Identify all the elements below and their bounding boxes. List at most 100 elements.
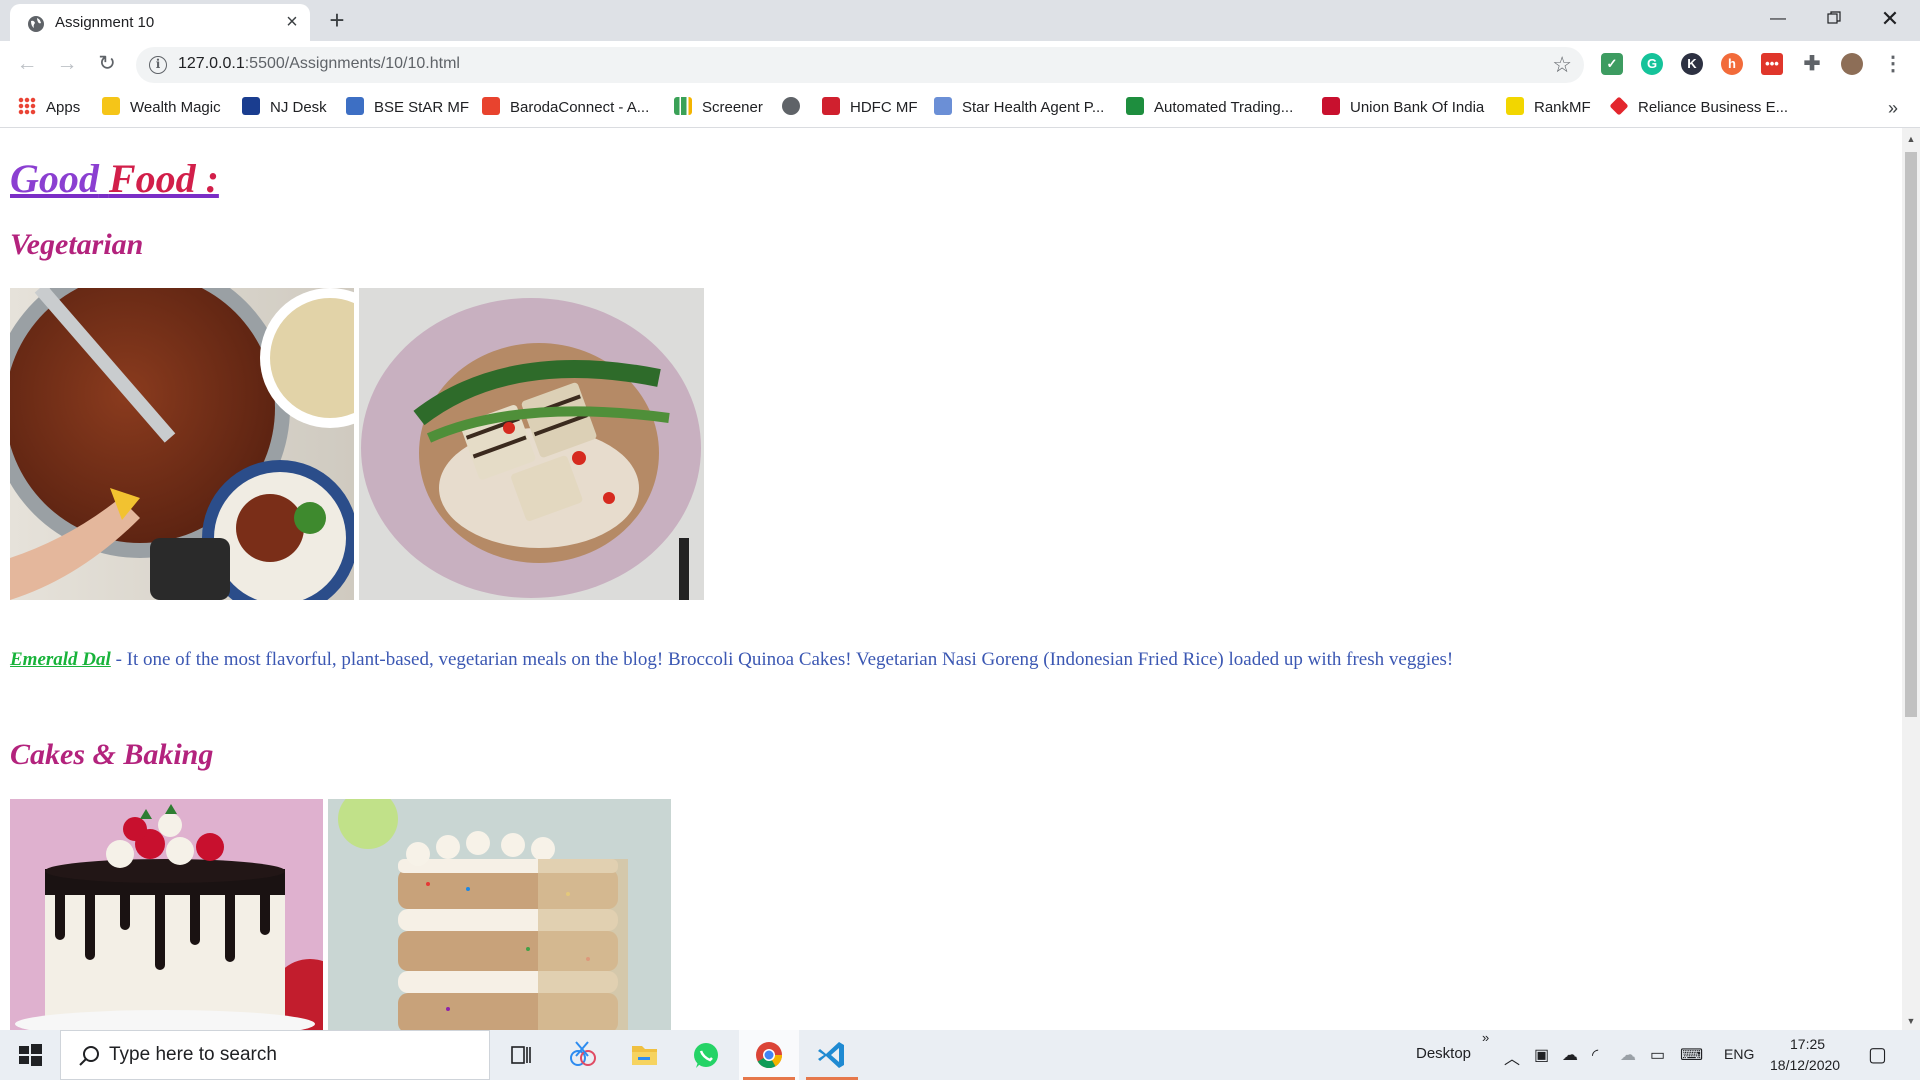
bookmark-item[interactable]: Apps	[18, 96, 80, 120]
bookmark-label: Reliance Business E...	[1638, 99, 1789, 116]
whatsapp-icon[interactable]	[676, 1030, 736, 1080]
task-view-icon[interactable]	[490, 1030, 550, 1080]
bookmark-item[interactable]: BSE StAR MF	[346, 96, 469, 120]
clock-time[interactable]: 17:25	[1790, 1036, 1825, 1052]
vscode-taskbar-icon[interactable]	[802, 1030, 862, 1080]
automated-trading-icon	[1126, 97, 1144, 115]
rankmf-icon	[1506, 97, 1524, 115]
snip-sketch-icon[interactable]	[552, 1030, 612, 1080]
bookmark-label: Wealth Magic	[130, 99, 221, 116]
minimize-icon[interactable]: —	[1750, 0, 1806, 38]
url-path: :5500/Assignments/10/10.html	[244, 55, 460, 72]
cloud-sync-icon[interactable]: ☁	[1620, 1045, 1636, 1065]
vegetarian-photo-tofu-bowl	[359, 288, 704, 600]
browser-tab[interactable]: Assignment 10 ×	[10, 4, 310, 41]
keyboard-icon[interactable]: ⌨	[1680, 1045, 1703, 1065]
screener-icon	[674, 97, 692, 115]
clock-date[interactable]: 18/12/2020	[1770, 1057, 1840, 1073]
page-viewport: Good Food : Vegetarian Emerald Dal - It …	[0, 128, 1902, 1030]
page-title-part2: Food :	[108, 156, 219, 201]
cake-photo-funfetti-cake	[328, 799, 671, 1030]
globe-icon	[782, 97, 800, 115]
bookmark-item[interactable]	[782, 96, 810, 120]
search-placeholder: Type here to search	[109, 1044, 277, 1065]
nj-desk-icon	[242, 97, 260, 115]
back-icon[interactable]: ←	[14, 51, 40, 77]
windows-start-icon[interactable]	[0, 1030, 60, 1080]
scroll-up-icon[interactable]: ▲	[1906, 134, 1916, 144]
bookmark-item[interactable]: Automated Trading...	[1126, 96, 1293, 120]
more-bookmarks-icon[interactable]: »	[1888, 98, 1898, 119]
forward-icon[interactable]: →	[54, 51, 80, 77]
apps-grid-icon	[18, 97, 36, 115]
info-icon[interactable]: i	[149, 56, 167, 74]
lastpass-icon[interactable]: •••	[1761, 53, 1783, 75]
bookmark-item[interactable]: Screener	[674, 96, 763, 120]
close-tab-icon[interactable]: ×	[282, 12, 302, 32]
show-hidden-icons-icon[interactable]: ︿	[1504, 1045, 1520, 1069]
tab-strip: Assignment 10 × + — ✕	[0, 0, 1920, 41]
close-window-icon[interactable]: ✕	[1862, 0, 1918, 38]
new-tab-icon[interactable]: +	[324, 7, 350, 34]
tab-title: Assignment 10	[55, 14, 155, 31]
section-title-vegetarian: Vegetarian	[10, 228, 144, 261]
bookmark-item[interactable]: NJ Desk	[242, 96, 327, 120]
bookmark-label: Apps	[46, 99, 81, 116]
baroda-connect-icon	[482, 97, 500, 115]
bse-star-icon	[346, 97, 364, 115]
language-indicator[interactable]: ENG	[1724, 1046, 1754, 1062]
bookmark-item[interactable]: BarodaConnect - A...	[482, 96, 649, 120]
bookmarks-bar: Apps Wealth Magic NJ Desk BSE StAR MF Ba…	[0, 88, 1920, 128]
bookmark-label: NJ Desk	[270, 99, 327, 116]
reload-icon[interactable]: ↻	[94, 51, 120, 77]
bookmark-item[interactable]: HDFC MF	[822, 96, 918, 120]
bookmark-star-icon[interactable]: ☆	[1552, 52, 1572, 78]
cake-photo-drip-cake	[10, 799, 323, 1030]
puzzle-icon[interactable]: ✚	[1801, 53, 1823, 75]
browser-toolbar: ← → ↻ i 127.0.0.1:5500/Assignments/10/10…	[0, 41, 1920, 88]
toolbar-expand-icon[interactable]: »	[1482, 1030, 1489, 1045]
honey-icon[interactable]: h	[1721, 53, 1743, 75]
onedrive-icon[interactable]: ☁	[1562, 1045, 1578, 1065]
scrollbar-thumb[interactable]	[1905, 152, 1917, 717]
bookmark-item[interactable]: RankMF	[1506, 96, 1591, 120]
page-title: Good Food :	[10, 155, 219, 202]
page-title-part1: Good	[10, 156, 99, 201]
reliance-icon	[1609, 96, 1629, 116]
bookmark-label: Union Bank Of India	[1350, 99, 1485, 116]
bookmark-label: Star Health Agent P...	[962, 99, 1105, 116]
bookmark-label: BarodaConnect - A...	[510, 99, 650, 116]
extension-icon[interactable]: ✓	[1601, 53, 1623, 75]
file-explorer-icon[interactable]	[614, 1030, 674, 1080]
url-text[interactable]: 127.0.0.1:5500/Assignments/10/10.html	[178, 55, 460, 73]
bookmark-label: HDFC MF	[850, 99, 918, 116]
description-text: - It one of the most flavorful, plant-ba…	[110, 649, 1454, 670]
grammarly-icon[interactable]: G	[1641, 53, 1663, 75]
globe-icon	[28, 16, 44, 32]
address-bar[interactable]: i 127.0.0.1:5500/Assignments/10/10.html …	[136, 47, 1584, 83]
bookmark-item[interactable]: Union Bank Of India	[1322, 96, 1484, 120]
k-extension-icon[interactable]: K	[1681, 53, 1703, 75]
notification-center-icon[interactable]: ▢	[1868, 1042, 1887, 1067]
desktop-toolbar-label[interactable]: Desktop	[1416, 1045, 1471, 1062]
section-title-cakes-baking: Cakes & Baking	[10, 738, 214, 771]
restore-icon[interactable]	[1806, 0, 1862, 38]
profile-avatar[interactable]	[1841, 53, 1863, 75]
bookmark-label: BSE StAR MF	[374, 99, 470, 116]
bookmark-item[interactable]: Reliance Business E...	[1609, 96, 1789, 120]
bookmark-label: Screener	[702, 99, 763, 116]
menu-icon[interactable]: ⋮	[1882, 53, 1904, 75]
battery-icon[interactable]: ▭	[1650, 1045, 1665, 1065]
meet-now-icon[interactable]: ▣	[1534, 1045, 1549, 1065]
bookmark-item[interactable]: Wealth Magic	[102, 96, 221, 120]
scroll-down-icon[interactable]: ▼	[1906, 1016, 1916, 1026]
union-bank-icon	[1322, 97, 1340, 115]
chrome-taskbar-icon[interactable]	[739, 1030, 799, 1080]
taskbar-search[interactable]: Type here to search	[60, 1030, 490, 1080]
bookmark-item[interactable]: Star Health Agent P...	[934, 96, 1104, 120]
wifi-icon[interactable]: ◜	[1592, 1045, 1598, 1065]
bookmark-label: RankMF	[1534, 99, 1591, 116]
emerald-dal-link[interactable]: Emerald Dal	[10, 649, 111, 670]
page-scrollbar[interactable]: ▲ ▼	[1902, 128, 1920, 1030]
search-icon	[79, 1046, 99, 1066]
